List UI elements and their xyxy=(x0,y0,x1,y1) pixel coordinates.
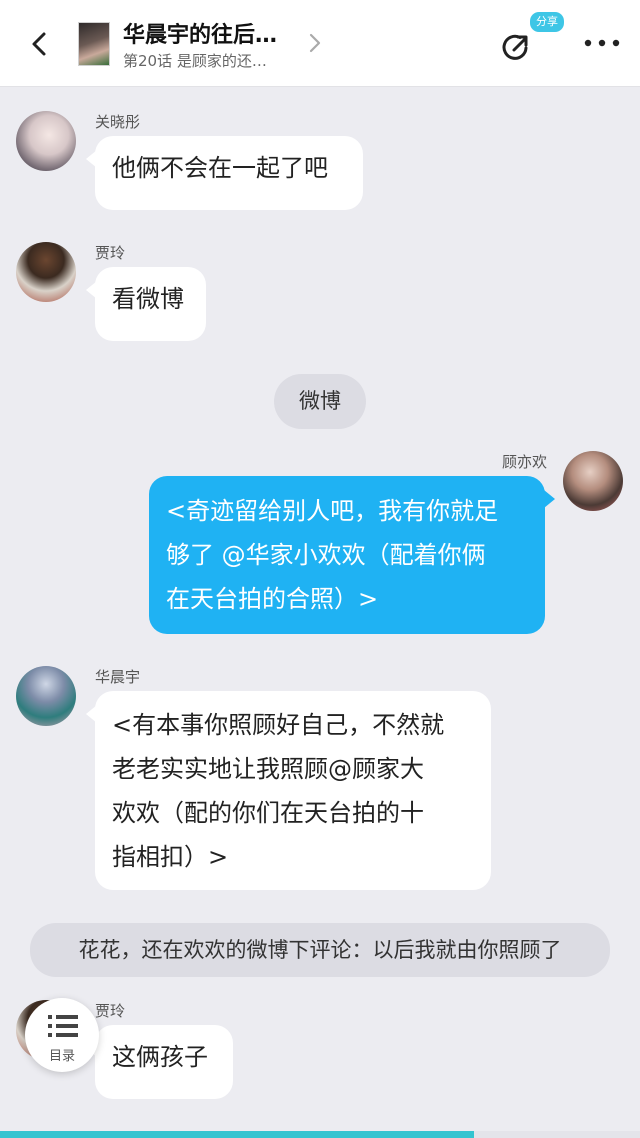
bubble-line: <奇迹留给别人吧，我有你就足 xyxy=(166,497,499,525)
reading-progress-bar xyxy=(0,1131,640,1138)
list-icon xyxy=(48,1015,78,1037)
chat-bubble: <有本事你照顾好自己，不然就 老老实实地让我照顾@顾家大 欢欢（配的你们在天台拍… xyxy=(86,691,491,890)
bubble-line: <有本事你照顾好自己，不然就 xyxy=(112,711,445,739)
bubble-line: 欢欢（配的你们在天台拍的十 xyxy=(112,799,424,827)
chat-bubble: 这俩孩子 xyxy=(86,1025,233,1099)
bubble-line: 在天台拍的合照）> xyxy=(166,585,379,613)
link-pill[interactable]: 微博 xyxy=(274,374,366,429)
story-cover-thumbnail[interactable] xyxy=(78,22,110,66)
avatar[interactable] xyxy=(16,242,76,302)
chevron-right-icon[interactable] xyxy=(305,30,325,56)
chat-bubble: 他俩不会在一起了吧 xyxy=(86,136,363,210)
bubble-line: 够了 @华家小欢欢（配着你俩 xyxy=(166,541,486,569)
chapter-subtitle[interactable]: 第20话 是顾家的还… xyxy=(123,50,267,71)
sender-name: 顾亦欢 xyxy=(502,453,548,471)
bubble-line: 老老实实地让我照顾@顾家大 xyxy=(112,755,424,783)
chat-bubble: <奇迹留给别人吧，我有你就足 够了 @华家小欢欢（配着你俩 在天台拍的合照）> xyxy=(149,476,555,634)
sender-name: 贾玲 xyxy=(95,244,126,262)
story-title[interactable]: 华晨宇的往后… xyxy=(123,17,277,49)
toc-label: 目录 xyxy=(48,1049,75,1064)
top-bar: 华晨宇的往后… 第20话 是顾家的还… 分享 xyxy=(0,0,640,87)
back-arrow-icon[interactable] xyxy=(22,26,58,62)
share-badge[interactable]: 分享 xyxy=(530,12,564,32)
narration-text: 花花，还在欢欢的微博下评论：以后我就由你照顾了 xyxy=(30,923,610,977)
sender-name: 贾玲 xyxy=(95,1002,126,1020)
avatar[interactable] xyxy=(563,451,623,511)
sender-name: 关晓彤 xyxy=(95,113,141,131)
bubble-line: 指相扣）> xyxy=(112,843,229,871)
chat-bubble: 看微博 xyxy=(86,267,206,341)
reading-progress-fill xyxy=(0,1131,474,1138)
avatar[interactable] xyxy=(16,666,76,726)
sender-name: 华晨宇 xyxy=(95,668,141,686)
more-options-icon[interactable] xyxy=(580,34,624,52)
share-icon[interactable] xyxy=(496,28,536,68)
table-of-contents-button[interactable]: 目录 xyxy=(25,998,99,1072)
avatar[interactable] xyxy=(16,111,76,171)
